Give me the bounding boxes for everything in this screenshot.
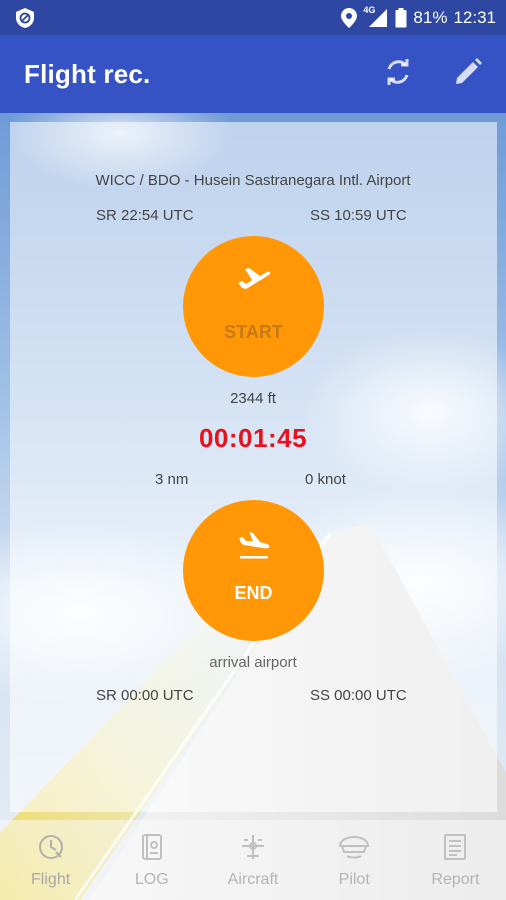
battery-icon: [395, 7, 407, 28]
status-bar: 4G 81% 12:31: [0, 0, 506, 35]
distance-readout: 3 nm: [155, 471, 189, 488]
clock-time: 12:31: [453, 7, 496, 27]
flight-card: [10, 122, 497, 812]
nav-label-aircraft: Aircraft: [227, 871, 279, 888]
departure-sunset: SS 10:59 UTC: [310, 207, 407, 224]
flight-timer: 00:01:45: [198, 423, 308, 453]
departure-airport: WICC / BDO - Husein Sastranegara Intl. A…: [95, 172, 411, 189]
nav-item-pilot[interactable]: Pilot: [304, 820, 405, 900]
bottom-nav: Flight LOG Aircraft Pilot Report: [0, 820, 506, 900]
nav-item-aircraft[interactable]: Aircraft: [202, 820, 303, 900]
location-icon: [341, 7, 358, 28]
end-button[interactable]: END: [183, 500, 324, 641]
battery-percent: 81%: [413, 7, 448, 27]
nav-label-flight: Flight: [31, 871, 71, 888]
logbook-icon: [137, 832, 167, 867]
arrival-airport: arrival airport: [209, 654, 297, 671]
edit-button[interactable]: [448, 54, 488, 94]
end-label: END: [234, 582, 273, 603]
start-label: START: [224, 321, 283, 342]
clock-icon: [36, 832, 66, 867]
signal-icon: 4G: [363, 4, 389, 29]
speed-readout: 0 knot: [305, 471, 346, 488]
network-type: 4G: [363, 4, 376, 15]
report-icon: [440, 832, 470, 867]
takeoff-icon: [236, 265, 272, 300]
vpn-icon: [14, 7, 36, 29]
nav-label-report: Report: [431, 871, 480, 888]
app-title: Flight rec.: [24, 58, 151, 89]
pilot-cap-icon: [337, 832, 371, 867]
nav-label-pilot: Pilot: [338, 871, 370, 888]
arrival-sunrise: SR 00:00 UTC: [96, 687, 194, 704]
edit-icon: [452, 56, 484, 93]
nav-item-log[interactable]: LOG: [101, 820, 202, 900]
nav-item-report[interactable]: Report: [405, 820, 506, 900]
departure-sunrise: SR 22:54 UTC: [96, 207, 194, 224]
sync-button[interactable]: [378, 54, 418, 94]
landing-icon: [236, 531, 272, 567]
arrival-sunset: SS 00:00 UTC: [310, 687, 407, 704]
start-button[interactable]: START: [183, 236, 324, 377]
nav-item-flight[interactable]: Flight: [0, 820, 101, 900]
sync-icon: [382, 56, 414, 93]
aircraft-icon: [238, 832, 268, 867]
nav-label-log: LOG: [134, 871, 169, 888]
altitude-readout: 2344 ft: [230, 390, 276, 407]
app-bar: Flight rec.: [0, 35, 506, 113]
